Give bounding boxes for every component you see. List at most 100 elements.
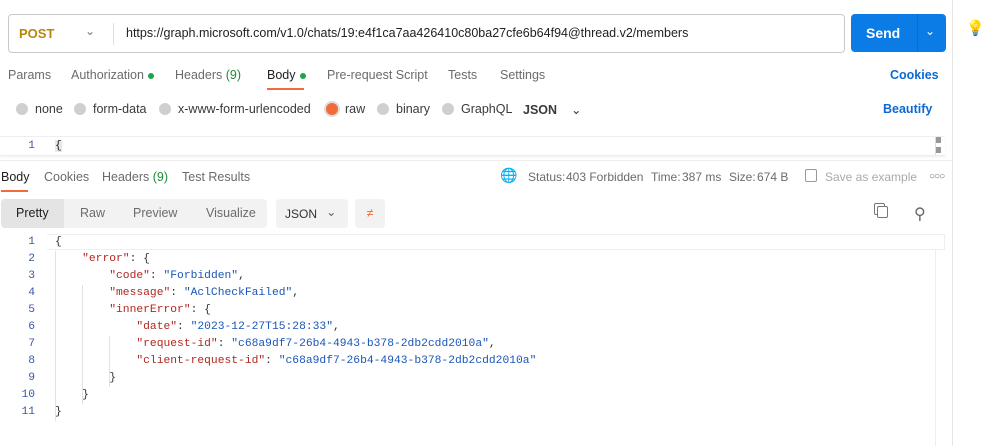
radio-icon — [377, 103, 389, 115]
tab-body[interactable]: Body — [267, 68, 306, 82]
radio-graphql[interactable]: GraphQL — [442, 102, 512, 116]
tab-headers[interactable]: Headers (9) — [175, 68, 241, 82]
radio-binary[interactable]: binary — [377, 102, 430, 116]
code-line: { — [55, 140, 62, 152]
active-dot — [147, 72, 154, 79]
scrollbar[interactable] — [935, 137, 941, 155]
line-number: 7 — [28, 338, 35, 350]
radio-label: form-data — [93, 102, 147, 116]
lightbulb-icon[interactable]: 💡 — [966, 19, 985, 37]
tab-tests[interactable]: Tests — [448, 68, 477, 82]
tab-authorization[interactable]: Authorization — [71, 68, 154, 82]
method-select[interactable]: POST — [19, 26, 54, 41]
current-line-highlight — [47, 234, 945, 250]
response-format-select[interactable]: JSON ⌄ — [276, 199, 348, 228]
indent-guide — [109, 336, 110, 387]
headers-count: (9) — [152, 170, 169, 184]
radio-label: raw — [345, 102, 366, 116]
format-label: JSON — [285, 207, 318, 221]
chevron-down-icon: ⌄ — [571, 103, 582, 117]
indent-guide — [55, 251, 56, 421]
globe-lock-icon[interactable]: 🌐 — [500, 167, 517, 184]
search-icon[interactable]: ⚲ — [914, 204, 926, 224]
url-input[interactable]: https://graph.microsoft.com/v1.0/chats/1… — [126, 26, 688, 40]
line-number: 1 — [28, 140, 35, 152]
code-line: "client-request-id": "c68a9df7-26b4-4943… — [136, 355, 537, 367]
scrollbar[interactable] — [935, 250, 936, 446]
view-preview[interactable]: Preview — [133, 206, 177, 220]
wrap-lines-icon[interactable]: ≠ — [355, 199, 385, 228]
code-line: "innerError": { — [109, 304, 211, 316]
radio-form-data[interactable]: form-data — [74, 102, 147, 116]
line-number: 8 — [28, 355, 35, 367]
code-line: } — [109, 372, 117, 384]
tab-settings[interactable]: Settings — [500, 68, 545, 82]
active-tab-underline — [267, 88, 304, 90]
tab-label: Body — [267, 68, 296, 82]
active-dot — [299, 72, 306, 79]
chevron-down-icon: ⌄ — [326, 205, 337, 219]
status-label: Status: — [528, 170, 566, 184]
radio-urlencoded[interactable]: x-www-form-urlencoded — [159, 102, 311, 116]
divider — [0, 160, 952, 161]
time-value[interactable]: 387 ms — [682, 170, 721, 184]
code-line: } — [82, 389, 89, 401]
size-value[interactable]: 674 B — [757, 170, 788, 184]
tab-pre-request-script[interactable]: Pre-request Script — [327, 68, 428, 82]
chevron-down-icon[interactable]: ⌄ — [925, 24, 935, 38]
code-line: "request-id": "c68a9df7-26b4-4943-b378-2… — [136, 338, 496, 350]
body-format-select[interactable]: JSON ⌄ — [523, 102, 582, 118]
headers-count: (9) — [225, 68, 242, 82]
active-tab-underline — [1, 190, 28, 192]
line-number: 4 — [28, 287, 35, 299]
send-label: Send — [866, 25, 901, 41]
request-body-editor[interactable]: 1 { — [0, 136, 945, 156]
code-line: "error": { — [82, 253, 150, 265]
tab-label: Authorization — [71, 68, 144, 82]
cookies-link[interactable]: Cookies — [890, 68, 939, 82]
line-number: 5 — [28, 304, 35, 316]
response-tab-cookies[interactable]: Cookies — [44, 170, 89, 184]
line-number: 1 — [28, 236, 35, 248]
save-as-example-button[interactable]: Save as example — [825, 170, 917, 184]
radio-raw[interactable]: raw — [326, 102, 365, 116]
size-label: Size: — [729, 170, 756, 184]
code-line: "date": "2023-12-27T15:28:33", — [136, 321, 340, 333]
copy-icon[interactable] — [877, 206, 888, 218]
radio-label: GraphQL — [461, 102, 513, 116]
line-number: 6 — [28, 321, 35, 333]
tab-params[interactable]: Params — [8, 68, 51, 82]
response-tab-body[interactable]: Body — [1, 170, 30, 184]
tab-label: Headers — [175, 68, 223, 82]
radio-icon — [74, 103, 86, 115]
radio-label: x-www-form-urlencoded — [178, 102, 311, 116]
line-number: 2 — [28, 253, 35, 265]
view-mode-switcher: Pretty Raw Preview Visualize — [1, 199, 267, 228]
radio-label: none — [35, 102, 63, 116]
line-number: 10 — [21, 389, 35, 401]
radio-selected-icon — [326, 103, 338, 115]
radio-none[interactable]: none — [16, 102, 63, 116]
chevron-down-icon[interactable]: ⌄ — [85, 24, 95, 38]
send-button[interactable]: Send ⌄ — [851, 14, 946, 52]
divider — [113, 23, 114, 45]
code-line: "message": "AclCheckFailed", — [109, 287, 300, 299]
sidebar-divider — [952, 0, 953, 446]
line-number: 9 — [28, 372, 35, 384]
code-line: "code": "Forbidden", — [109, 270, 245, 282]
response-tab-headers[interactable]: Headers (9) — [102, 170, 168, 184]
tab-label: Headers — [102, 170, 150, 184]
time-label: Time: — [651, 170, 681, 184]
radio-icon — [159, 103, 171, 115]
view-raw[interactable]: Raw — [80, 206, 105, 220]
status-value[interactable]: 403 Forbidden — [566, 170, 643, 184]
more-options-icon[interactable]: ○○○ — [929, 171, 945, 182]
save-icon — [805, 169, 817, 182]
line-number: 11 — [21, 406, 35, 418]
view-visualize[interactable]: Visualize — [206, 206, 256, 220]
radio-label: binary — [396, 102, 431, 116]
view-pretty[interactable]: Pretty — [16, 206, 49, 220]
response-tab-test-results[interactable]: Test Results — [182, 170, 250, 184]
radio-icon — [16, 103, 28, 115]
beautify-button[interactable]: Beautify — [883, 102, 932, 116]
